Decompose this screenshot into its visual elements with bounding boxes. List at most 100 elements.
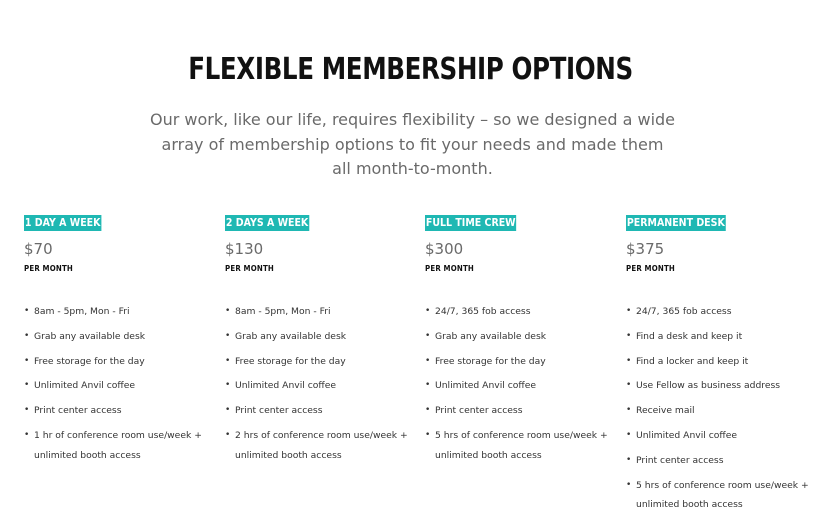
plan-price: $130 [225,240,264,258]
feature-item: • 8am - 5pm, Mon - Fri [225,302,415,322]
plan-name: FULL TIME CREW [425,215,517,231]
feature-text: Free storage for the day [435,355,546,367]
feature-item: • 24/7, 365 fob access [626,302,816,322]
feature-list: • 8am - 5pm, Mon - Fri • Grab any available… [225,302,415,466]
feature-text: Grab any available desk [235,330,347,342]
plan-column: 2 DAYS A WEEK $130 PER MONTH • 8am - 5pm, Mo… [225,213,415,471]
bullet-icon: • [425,355,431,366]
feature-list: • 8am - 5pm, Mon - Fri • Grab any available… [24,302,214,466]
feature-text: Free storage for the day [235,355,346,367]
plan-period: PER MONTH [225,264,275,273]
feature-item: • 1 hr of conference room use/week + unli… [24,426,214,466]
bullet-icon: • [225,380,231,391]
plan-column: FULL TIME CREW $300 PER MONTH • 24/7, 365 fo… [425,213,615,471]
bullet-icon: • [626,306,632,316]
feature-text: Find a desk and keep it [636,330,743,342]
feature-item: • Grab any available desk [225,327,415,347]
feature-item: • 8am - 5pm, Mon - Fri [24,302,214,322]
plan-period: PER MONTH [425,264,475,273]
feature-text: 5 hrs of conference room use/week + unli… [435,429,608,461]
bullet-icon: • [626,330,632,341]
feature-text: 8am - 5pm, Mon - Fri [34,306,130,317]
bullet-icon: • [24,380,30,391]
feature-item: • Free storage for the day [225,352,415,372]
feature-text: 2 hrs of conference room use/week + unli… [235,429,408,461]
bullet-icon: • [626,405,632,416]
bullet-icon: • [626,429,632,440]
feature-item: • Unlimited Anvil coffee [425,376,615,396]
bullet-icon: • [425,330,431,341]
feature-item: • Print center access [425,401,615,421]
feature-text: 5 hrs of conference room use/week + unli… [636,479,809,511]
feature-text: 24/7, 365 fob access [636,306,732,317]
feature-text: Grab any available desk [435,330,547,342]
bullet-icon: • [626,355,632,366]
bullet-icon: • [225,306,231,316]
plan-column: PERMANENT DESK $375 PER MONTH • 24/7, 365 fo… [626,213,816,520]
feature-item: • Find a locker and keep it [626,352,816,372]
feature-text: Unlimited Anvil coffee [435,380,537,392]
feature-text: 24/7, 365 fob access [435,306,531,317]
bullet-icon: • [626,454,632,465]
feature-item: • Grab any available desk [425,327,615,347]
bullet-icon: • [425,405,431,416]
bullet-icon: • [225,330,231,341]
feature-text: 8am - 5pm, Mon - Fri [235,306,331,317]
feature-text: 1 hr of conference room use/week + unlim… [34,429,202,461]
plan-price: $300 [425,240,464,258]
feature-text: Grab any available desk [34,330,146,342]
plan-price: $70 [24,240,53,258]
plan-column: 1 DAY A WEEK $70 PER MONTH • 8am - 5pm, Mon … [24,213,214,471]
feature-list: • 24/7, 365 fob access • Find a desk and ke… [626,302,816,515]
feature-item: • Grab any available desk [24,327,214,347]
feature-item: • Unlimited Anvil coffee [626,426,816,446]
plan-name: 1 DAY A WEEK [24,215,102,231]
bullet-icon: • [425,306,431,316]
bullet-icon: • [24,330,30,341]
plan-name: 2 DAYS A WEEK [225,215,310,231]
feature-text: Print center access [435,405,523,417]
bullet-icon: • [626,380,632,391]
bullet-icon: • [24,306,30,316]
bullet-icon: • [24,355,30,366]
feature-text: Print center access [636,454,724,466]
feature-item: • Free storage for the day [24,352,214,372]
feature-item: • 5 hrs of conference room use/week + unl… [626,476,816,516]
feature-item: • 24/7, 365 fob access [425,302,615,322]
feature-text: Unlimited Anvil coffee [636,429,738,441]
feature-item: • Free storage for the day [425,352,615,372]
feature-item: • Find a desk and keep it [626,327,816,347]
feature-text: Unlimited Anvil coffee [235,380,337,392]
feature-text: Find a locker and keep it [636,355,749,367]
feature-list: • 24/7, 365 fob access • Grab any available… [425,302,615,466]
feature-text: Print center access [235,405,323,417]
plan-price: $375 [626,240,665,258]
feature-item: • Print center access [24,401,214,421]
plan-period: PER MONTH [626,264,676,273]
feature-text: Print center access [34,405,122,417]
feature-item: • Use Fellow as business address [626,376,816,396]
bullet-icon: • [626,479,632,490]
page-subtitle: Our work, like our life, requires flexib… [150,110,676,178]
page-title: FLEXIBLE MEMBERSHIP OPTIONS [188,52,633,88]
bullet-icon: • [24,405,30,416]
feature-item: • 5 hrs of conference room use/week + unl… [425,426,615,466]
feature-item: • 2 hrs of conference room use/week + unl… [225,426,415,466]
plan-period: PER MONTH [24,264,74,273]
feature-item: • Unlimited Anvil coffee [225,376,415,396]
bullet-icon: • [225,405,231,416]
feature-text: Use Fellow as business address [636,380,781,392]
feature-item: • Print center access [626,451,816,471]
bullet-icon: • [24,429,30,440]
bullet-icon: • [425,429,431,440]
bullet-icon: • [425,380,431,391]
plan-name: PERMANENT DESK [626,215,726,231]
feature-item: • Receive mail [626,401,816,421]
bullet-icon: • [225,355,231,366]
bullet-icon: • [225,429,231,440]
feature-text: Free storage for the day [34,355,145,367]
feature-text: Unlimited Anvil coffee [34,380,136,392]
feature-text: Receive mail [636,405,695,417]
feature-item: • Print center access [225,401,415,421]
feature-item: • Unlimited Anvil coffee [24,376,214,396]
